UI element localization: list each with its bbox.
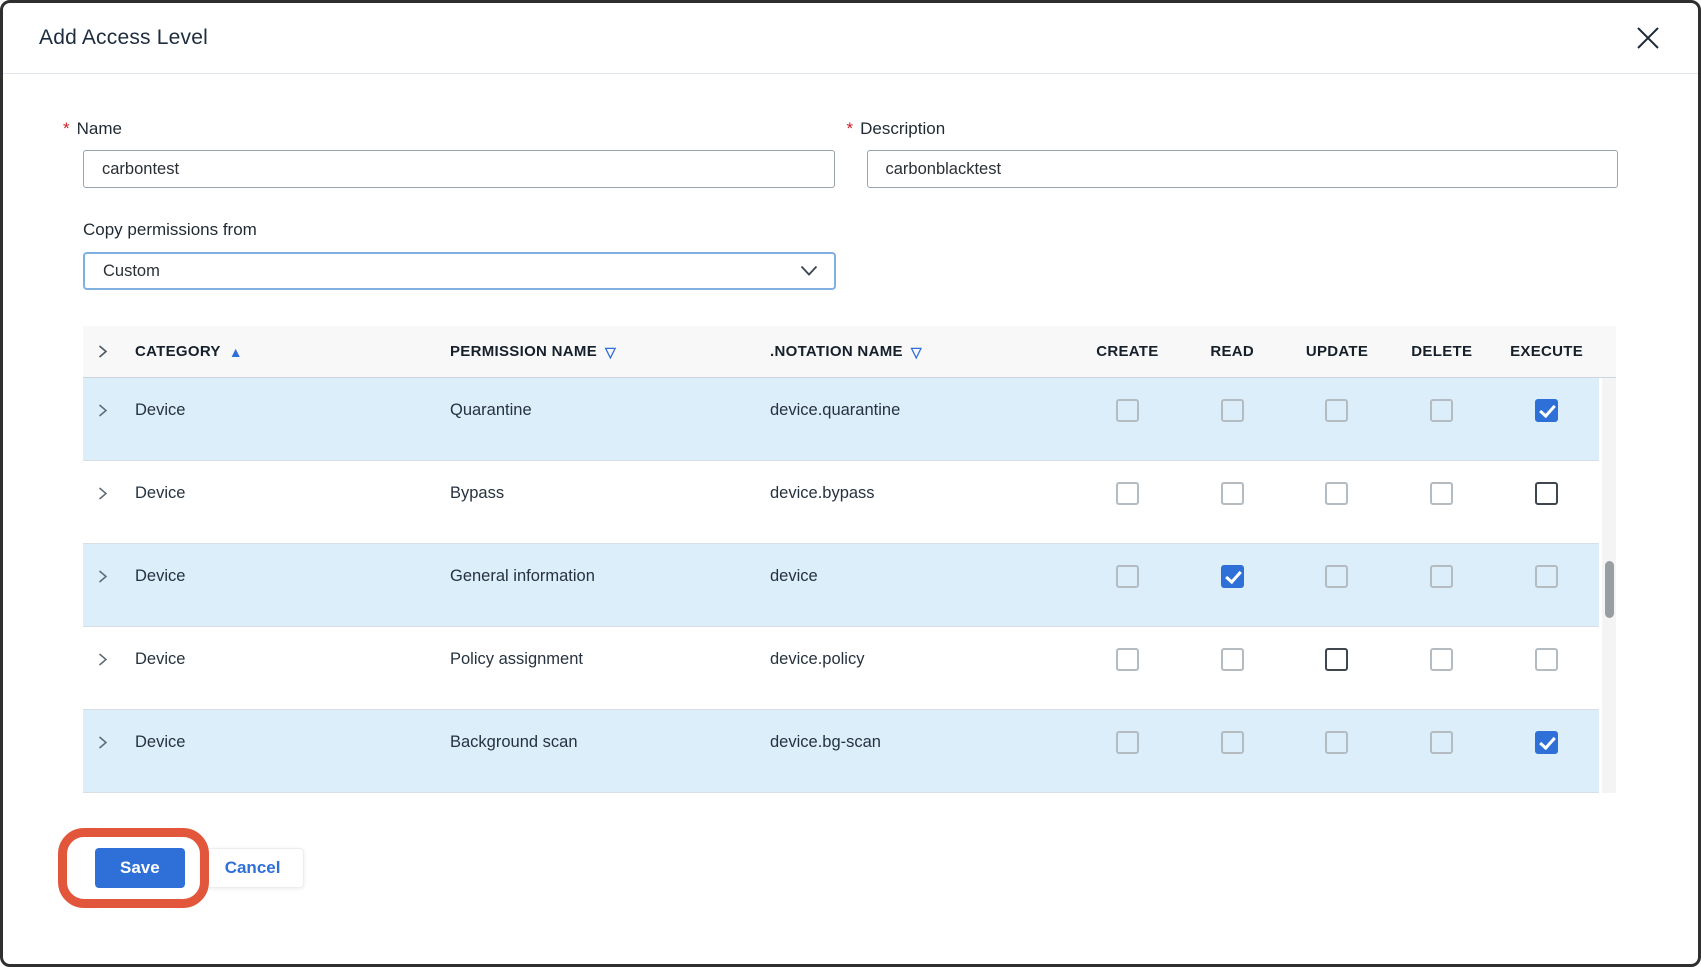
expand-row-icon[interactable]	[95, 486, 110, 501]
update-checkbox[interactable]	[1325, 399, 1348, 422]
expand-row-icon[interactable]	[95, 735, 110, 750]
table-row: Device Quarantine device.quarantine	[83, 378, 1599, 461]
sort-desc-icon: ▽	[605, 345, 616, 359]
copy-permissions-group: Copy permissions from Custom	[83, 220, 1618, 290]
table-scrollbar-track	[1599, 378, 1616, 793]
row-permission: Policy assignment	[450, 650, 583, 668]
expand-row-icon[interactable]	[95, 652, 110, 667]
table-row: Device General information device	[83, 544, 1599, 627]
required-asterisk: *	[847, 119, 854, 139]
delete-checkbox[interactable]	[1430, 399, 1453, 422]
row-notation: device.bypass	[770, 484, 875, 502]
update-checkbox[interactable]	[1325, 482, 1348, 505]
row-notation: device.quarantine	[770, 401, 900, 419]
table-scrollbar-thumb[interactable]	[1605, 561, 1614, 618]
delete-checkbox[interactable]	[1430, 482, 1453, 505]
read-checkbox[interactable]	[1221, 731, 1244, 754]
delete-checkbox[interactable]	[1430, 731, 1453, 754]
update-checkbox[interactable]	[1325, 731, 1348, 754]
row-category: Device	[135, 567, 185, 585]
sort-notation-name[interactable]: .NOTATION NAME ▽	[770, 343, 1075, 360]
description-field-group: * Description	[867, 119, 1619, 188]
table-row: Device Background scan device.bg-scan	[83, 710, 1599, 793]
table-body: Device Quarantine device.quarantine Devi…	[83, 378, 1599, 793]
delete-checkbox[interactable]	[1430, 565, 1453, 588]
column-delete: DELETE	[1411, 343, 1472, 360]
description-input[interactable]	[867, 150, 1619, 188]
description-label: * Description	[847, 119, 1619, 139]
execute-checkbox[interactable]	[1535, 731, 1558, 754]
row-permission: Background scan	[450, 733, 578, 751]
execute-checkbox[interactable]	[1535, 482, 1558, 505]
row-category: Device	[135, 733, 185, 751]
row-notation: device	[770, 567, 818, 585]
expand-all-icon[interactable]	[95, 344, 110, 359]
column-read: READ	[1210, 343, 1254, 360]
read-checkbox[interactable]	[1221, 399, 1244, 422]
create-checkbox[interactable]	[1116, 482, 1139, 505]
dialog-footer: Save Cancel	[95, 848, 1698, 888]
create-checkbox[interactable]	[1116, 648, 1139, 671]
sort-permission-name[interactable]: PERMISSION NAME ▽	[450, 343, 770, 360]
row-notation: device.bg-scan	[770, 733, 881, 751]
execute-checkbox[interactable]	[1535, 648, 1558, 671]
update-checkbox[interactable]	[1325, 648, 1348, 671]
sort-asc-icon: ▲	[229, 345, 243, 359]
table-row: Device Bypass device.bypass	[83, 461, 1599, 544]
read-checkbox[interactable]	[1221, 482, 1244, 505]
row-permission: Quarantine	[450, 401, 532, 419]
row-category: Device	[135, 401, 185, 419]
form-fields: * Name * Description	[83, 119, 1618, 188]
table-header-row: CATEGORY ▲ PERMISSION NAME ▽ .NOTATION N…	[83, 326, 1616, 378]
create-checkbox[interactable]	[1116, 399, 1139, 422]
chevron-down-icon	[800, 265, 818, 277]
create-checkbox[interactable]	[1116, 565, 1139, 588]
execute-checkbox[interactable]	[1535, 399, 1558, 422]
name-label: * Name	[63, 119, 835, 139]
cancel-button[interactable]: Cancel	[201, 848, 305, 888]
name-input[interactable]	[83, 150, 835, 188]
column-execute: EXECUTE	[1510, 343, 1583, 360]
add-access-level-dialog: Add Access Level * Name * Descri	[0, 0, 1701, 967]
row-category: Device	[135, 650, 185, 668]
column-update: UPDATE	[1306, 343, 1368, 360]
column-create: CREATE	[1096, 343, 1158, 360]
update-checkbox[interactable]	[1325, 565, 1348, 588]
name-field-group: * Name	[83, 119, 835, 188]
table-row: Device Policy assignment device.policy	[83, 627, 1599, 710]
read-checkbox[interactable]	[1221, 648, 1244, 671]
close-icon	[1634, 24, 1662, 52]
save-button[interactable]: Save	[95, 848, 185, 888]
permissions-table: CATEGORY ▲ PERMISSION NAME ▽ .NOTATION N…	[83, 326, 1616, 793]
row-category: Device	[135, 484, 185, 502]
execute-checkbox[interactable]	[1535, 565, 1558, 588]
create-checkbox[interactable]	[1116, 731, 1139, 754]
required-asterisk: *	[63, 119, 70, 139]
delete-checkbox[interactable]	[1430, 648, 1453, 671]
row-permission: Bypass	[450, 484, 504, 502]
sort-category[interactable]: CATEGORY ▲	[135, 343, 450, 360]
sort-desc-icon: ▽	[911, 345, 922, 359]
row-permission: General information	[450, 567, 595, 585]
selected-option: Custom	[103, 262, 800, 281]
dialog-title: Add Access Level	[39, 26, 1632, 50]
dialog-header: Add Access Level	[3, 3, 1698, 74]
expand-row-icon[interactable]	[95, 403, 110, 418]
expand-row-icon[interactable]	[95, 569, 110, 584]
copy-permissions-label: Copy permissions from	[83, 220, 1618, 240]
row-notation: device.policy	[770, 650, 864, 668]
close-button[interactable]	[1632, 22, 1664, 54]
read-checkbox[interactable]	[1221, 565, 1244, 588]
copy-permissions-select[interactable]: Custom	[83, 252, 836, 290]
